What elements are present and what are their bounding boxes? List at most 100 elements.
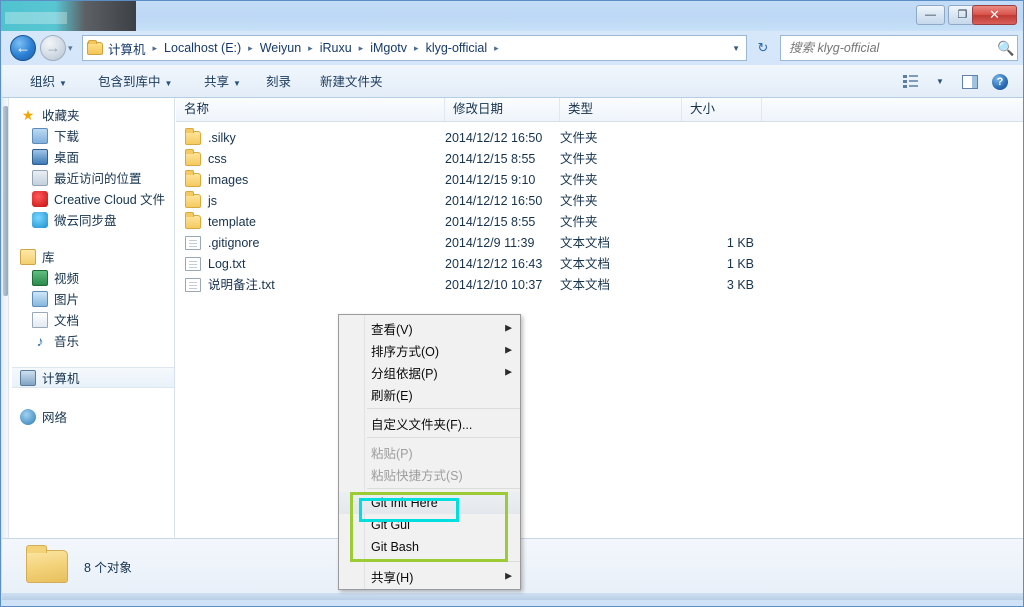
sidebar-item-label: 视频	[54, 272, 80, 286]
breadcrumb-separator-icon[interactable]: ▸	[149, 43, 162, 54]
context-menu-item-git-bash[interactable]: Git Bash	[339, 536, 520, 558]
file-name: .silky	[208, 131, 236, 145]
sidebar-item-label: 文档	[54, 314, 80, 328]
column-header-type[interactable]: 类型	[560, 98, 682, 121]
breadcrumb-bar[interactable]: 计算机 ▸ Localhost (E:) ▸ Weiyun ▸ iRuxu ▸ iMgotv ▸ k…	[82, 35, 747, 61]
sidebar-item-图片[interactable]: 图片	[32, 288, 174, 309]
table-row[interactable]: 说明备注.txt 2014/12/10 10:37 文本文档 3 KB	[176, 275, 1023, 296]
column-header-date[interactable]: 修改日期	[445, 98, 560, 121]
context-menu-item-分组依据-p-[interactable]: 分组依据(P) ▶	[339, 361, 520, 383]
context-menu-item-自定义文件夹-f-[interactable]: 自定义文件夹(F)...	[339, 412, 520, 434]
toolbar-button-label: 组织	[30, 75, 56, 89]
minimize-icon: —	[925, 9, 936, 21]
breadcrumb-item-3[interactable]: iRuxu	[317, 40, 355, 56]
sidebar-item-音乐[interactable]: ♪ 音乐	[32, 330, 174, 351]
sidebar-scrollbar-thumb[interactable]	[3, 106, 8, 296]
search-input[interactable]	[781, 41, 995, 55]
chevron-down-icon: ▼	[233, 79, 241, 88]
creative-cloud-icon	[32, 190, 48, 207]
context-menu-item-粘贴快捷方式-s-: 粘贴快捷方式(S)	[339, 463, 520, 485]
breadcrumb-item-0[interactable]: 计算机	[105, 38, 149, 59]
breadcrumb-item-2[interactable]: Weiyun	[257, 40, 304, 56]
context-menu-item-排序方式-o-[interactable]: 排序方式(O) ▶	[339, 339, 520, 361]
sidebar-group-spacer	[12, 351, 174, 367]
context-menu-item-刷新-e-[interactable]: 刷新(E)	[339, 383, 520, 405]
context-menu-separator	[367, 488, 520, 489]
context-menu-item-git-init-here[interactable]: Git Init Here	[339, 492, 520, 514]
sidebar-item-收藏夹[interactable]: ★ 收藏夹	[20, 104, 174, 125]
table-row[interactable]: js 2014/12/12 16:50 文件夹	[176, 191, 1023, 212]
view-mode-button[interactable]	[897, 70, 923, 93]
context-menu-item-共享-h-[interactable]: 共享(H) ▶	[339, 565, 520, 587]
sidebar-item-文档[interactable]: 文档	[32, 309, 174, 330]
breadcrumb-item-1[interactable]: Localhost (E:)	[161, 40, 244, 56]
sidebar-item-微云同步盘[interactable]: 微云同步盘	[32, 209, 174, 230]
sidebar-item-Creative Cloud 文件[interactable]: Creative Cloud 文件	[32, 188, 174, 209]
file-date: 2014/12/12 16:50	[445, 131, 543, 145]
file-name: Log.txt	[208, 257, 246, 271]
folder-icon	[185, 128, 201, 145]
preview-pane-button[interactable]	[957, 70, 983, 93]
breadcrumb-item-4[interactable]: iMgotv	[367, 40, 410, 56]
toolbar-button-4[interactable]: 新建文件夹	[314, 72, 389, 92]
toolbar-button-2[interactable]: 共享 ▼	[198, 72, 247, 92]
sidebar-item-网络[interactable]: 网络	[20, 406, 174, 427]
breadcrumb-separator-icon[interactable]: ▸	[355, 43, 368, 54]
context-menu-item-查看-v-[interactable]: 查看(V) ▶	[339, 317, 520, 339]
document-icon	[185, 257, 201, 271]
column-header-size[interactable]: 大小	[682, 98, 762, 121]
sidebar-group-spacer	[12, 388, 174, 406]
sidebar-item-视频[interactable]: 视频	[32, 267, 174, 288]
forward-button[interactable]: →	[40, 35, 66, 61]
close-button[interactable]: ✕	[972, 5, 1017, 25]
video-icon	[32, 269, 48, 286]
recent-pages-dropdown[interactable]: ▾	[68, 43, 79, 53]
breadcrumb-separator-icon[interactable]: ▸	[244, 43, 257, 54]
sidebar-item-库[interactable]: 库	[20, 246, 174, 267]
table-row[interactable]: .gitignore 2014/12/9 11:39 文本文档 1 KB	[176, 233, 1023, 254]
table-row[interactable]: css 2014/12/15 8:55 文件夹	[176, 149, 1023, 170]
sidebar-item-桌面[interactable]: 桌面	[32, 146, 174, 167]
breadcrumb-separator-icon[interactable]: ▸	[490, 43, 503, 54]
sidebar-item-label: 收藏夹	[42, 109, 80, 123]
toolbar-button-0[interactable]: 组织 ▼	[24, 72, 73, 92]
table-row[interactable]: Log.txt 2014/12/12 16:43 文本文档 1 KB	[176, 254, 1023, 275]
column-header-name[interactable]: 名称	[176, 98, 445, 121]
chevron-down-icon[interactable]: ▼	[732, 44, 740, 53]
picture-icon	[32, 290, 48, 307]
chevron-right-icon: ▶	[505, 322, 512, 333]
sidebar-item-计算机[interactable]: 计算机	[12, 367, 174, 388]
navigation-pane: ★ 收藏夹 下载 桌面 最近访问的位置 Creative Cloud 文件 微云同步盘库视频…	[2, 98, 175, 538]
file-date: 2014/12/9 11:39	[445, 236, 535, 250]
breadcrumb-separator-icon[interactable]: ▸	[410, 43, 423, 54]
minimize-button[interactable]: —	[916, 5, 945, 25]
table-row[interactable]: images 2014/12/15 9:10 文件夹	[176, 170, 1023, 191]
sidebar-item-下载[interactable]: 下载	[32, 125, 174, 146]
address-bar: ← → ▾ 计算机 ▸ Localhost (E:) ▸ Weiyun ▸ iRuxu ▸ iM…	[2, 31, 1023, 65]
document-icon	[185, 278, 201, 292]
back-button[interactable]: ←	[10, 35, 36, 61]
help-button[interactable]: ?	[987, 70, 1013, 93]
file-list-pane: 名称 修改日期 类型 大小 .silky 2014/12/12 16:50 文件夹 c…	[176, 98, 1023, 538]
command-toolbar: 组织 ▼ 包含到库中 ▼ 共享 ▼ 刻录 新建文件夹 ▼ ?	[2, 65, 1023, 98]
column-header-filler[interactable]	[762, 98, 1023, 121]
search-box[interactable]: 🔍	[780, 35, 1018, 61]
context-menu-item-git-gui[interactable]: Git Gui	[339, 514, 520, 536]
file-size: 1 KB	[726, 257, 754, 271]
toolbar-button-1[interactable]: 包含到库中 ▼	[92, 72, 178, 92]
toolbar-button-3[interactable]: 刻录	[260, 72, 297, 92]
file-type: 文件夹	[560, 173, 598, 187]
table-row[interactable]: template 2014/12/15 8:55 文件夹	[176, 212, 1023, 233]
sidebar-scrollbar[interactable]	[2, 98, 9, 538]
breadcrumb-separator-icon[interactable]: ▸	[304, 43, 317, 54]
folder-icon	[185, 212, 201, 229]
sidebar-group-spacer	[12, 230, 174, 246]
search-icon[interactable]: 🔍	[995, 40, 1017, 57]
view-mode-dropdown[interactable]: ▼	[927, 70, 953, 93]
breadcrumb-item-5[interactable]: klyg-official	[423, 40, 491, 56]
refresh-button[interactable]: ↻	[750, 35, 776, 61]
table-row[interactable]: .silky 2014/12/12 16:50 文件夹	[176, 128, 1023, 149]
sidebar-item-最近访问的位置[interactable]: 最近访问的位置	[32, 167, 174, 188]
preview-pane-icon	[962, 74, 978, 89]
help-icon: ?	[992, 73, 1008, 90]
